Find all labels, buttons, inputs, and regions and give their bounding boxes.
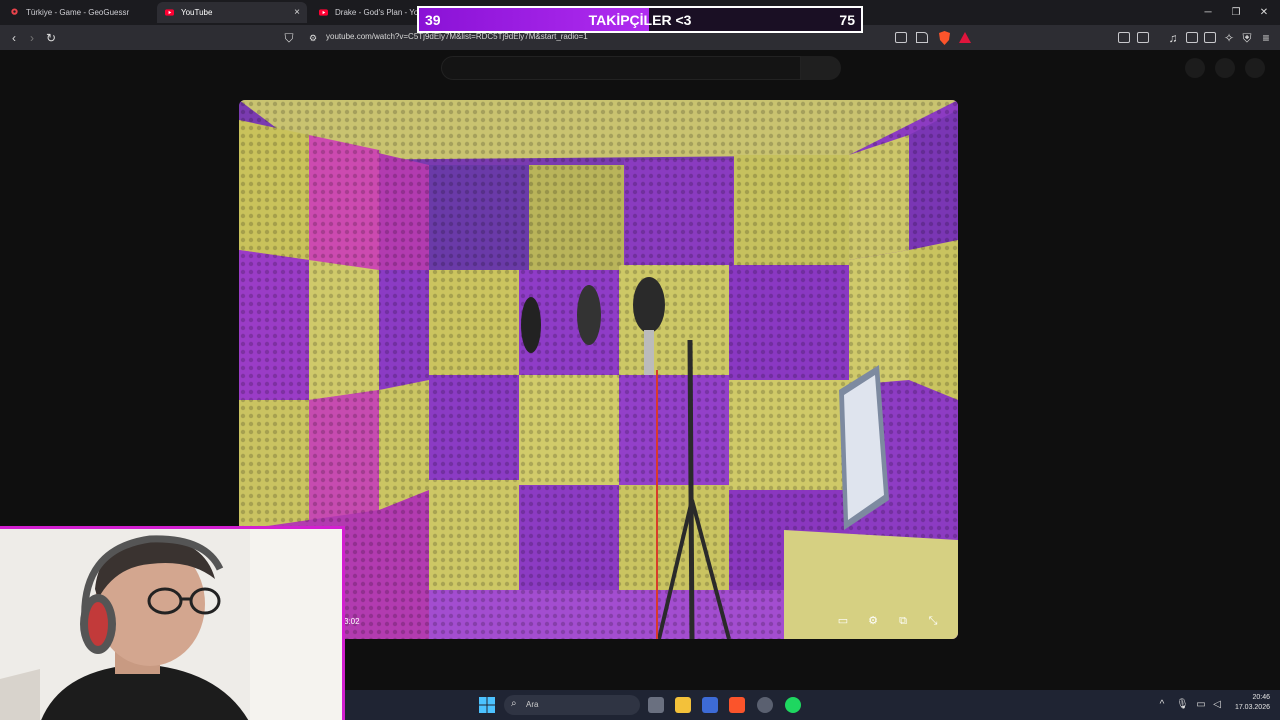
microsoft-store-icon[interactable]	[702, 697, 718, 713]
wallet-icon[interactable]	[1204, 32, 1216, 43]
video-timestamp: 3:02	[344, 617, 360, 626]
url-field[interactable]: youtube.com/watch?v=C5Tj9dEly7M&list=RDC…	[326, 32, 588, 41]
follower-goal-label: TAKİPÇİLER <3	[588, 12, 692, 28]
media-icon[interactable]: ♫	[1166, 31, 1180, 45]
settings-icon[interactable]: ⚙	[866, 614, 880, 628]
clock-date: 17.03.2026	[1234, 704, 1270, 711]
volume-icon[interactable]: ◁	[1211, 699, 1223, 710]
tab-search-icon[interactable]	[1137, 32, 1149, 43]
brave-browser-icon[interactable]	[729, 697, 745, 713]
microphone-icon[interactable]: 🎙	[1176, 699, 1189, 710]
show-hidden-icons[interactable]: ^	[1156, 699, 1168, 710]
miniplayer-icon[interactable]: ⧉	[896, 614, 910, 628]
follower-goal-bar: TAKİPÇİLER <3 39 75	[417, 6, 863, 33]
spotify-icon[interactable]	[785, 697, 801, 713]
maximize-icon[interactable]: ❐	[1222, 0, 1250, 25]
video-frame	[239, 100, 958, 639]
extensions-icon[interactable]	[1118, 32, 1130, 43]
bookmark-icon[interactable]: ⛉	[282, 31, 296, 45]
share-icon[interactable]	[916, 32, 928, 43]
back-icon[interactable]: ‹	[7, 31, 21, 45]
video-player[interactable]	[239, 100, 958, 639]
vpn-icon[interactable]: ⛨	[1240, 31, 1254, 45]
tab-drake[interactable]: Drake - God's Plan - YouTu	[311, 2, 417, 23]
cast-icon[interactable]	[895, 32, 907, 43]
file-explorer-icon[interactable]	[675, 697, 691, 713]
site-settings-icon[interactable]: ⚙	[306, 31, 320, 45]
create-icon[interactable]	[1185, 58, 1205, 78]
youtube-icon	[165, 9, 174, 16]
subtitles-icon[interactable]: ▭	[836, 614, 850, 628]
avatar[interactable]	[1245, 58, 1265, 78]
webcam-feed	[0, 529, 342, 720]
tab-label: Drake - God's Plan - YouTu	[335, 8, 417, 17]
brave-rewards-icon[interactable]	[959, 32, 971, 43]
forward-icon[interactable]: ›	[25, 31, 39, 45]
taskbar-search-placeholder: Ara	[526, 700, 539, 709]
tab-label: Türkiye - Game - GeoGuessr	[26, 8, 130, 17]
follower-goal-target: 75	[839, 12, 855, 28]
tab-label: YouTube	[181, 8, 213, 17]
follower-current-count: 39	[425, 12, 441, 28]
youtube-search-input[interactable]	[441, 56, 801, 80]
network-icon[interactable]: ▭	[1195, 699, 1207, 710]
windows-start-icon[interactable]	[479, 697, 495, 713]
obs-icon[interactable]	[757, 697, 773, 713]
brave-shield-icon[interactable]	[938, 31, 951, 45]
geoguessr-pin-icon	[11, 8, 18, 15]
tab-youtube[interactable]: YouTube ×	[157, 2, 307, 23]
youtube-search-button[interactable]	[801, 56, 841, 80]
minimize-icon[interactable]: ─	[1194, 0, 1222, 25]
sidebar-icon[interactable]	[1186, 32, 1198, 43]
youtube-icon	[319, 9, 328, 16]
webcam-overlay	[0, 526, 345, 720]
taskbar-clock[interactable]: 20:46 17.03.2026	[1235, 693, 1270, 713]
taskbar-search[interactable]: ⌕ Ara	[504, 695, 640, 715]
notifications-icon[interactable]	[1215, 58, 1235, 78]
close-tab-icon[interactable]: ×	[294, 2, 300, 23]
leo-ai-icon[interactable]: ✧	[1222, 31, 1236, 45]
menu-icon[interactable]: ≡	[1259, 31, 1273, 45]
clock-time: 20:46	[1252, 694, 1270, 701]
fullscreen-icon[interactable]: ⤡	[926, 614, 940, 628]
reload-icon[interactable]: ↻	[44, 31, 58, 45]
close-window-icon[interactable]: ✕	[1250, 0, 1278, 25]
task-view-icon[interactable]	[648, 697, 664, 713]
search-icon: ⌕	[511, 698, 517, 709]
tab-geoguessr[interactable]: Türkiye - Game - GeoGuessr	[2, 2, 152, 23]
